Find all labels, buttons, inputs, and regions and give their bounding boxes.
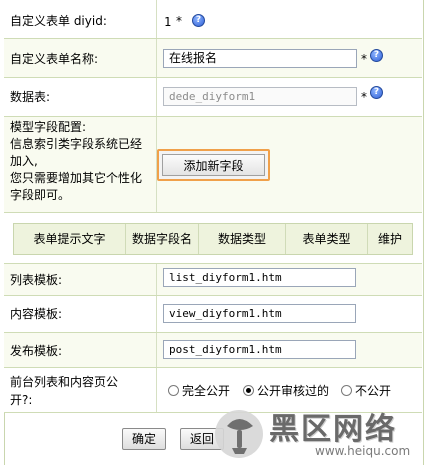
radio-public-approved[interactable] [243, 385, 254, 396]
radio-not-public[interactable] [341, 385, 352, 396]
field-table-header: 表单提示文字 数据字段名 数据类型 表单类型 维护 [13, 223, 413, 255]
form-name-input[interactable]: 在线报名 [163, 49, 357, 68]
content-template-input[interactable]: view_diyform1.htm [163, 304, 356, 323]
column-divider [156, 368, 157, 412]
header-prompt-text: 表单提示文字 [14, 224, 126, 254]
diyid-value: 1 [164, 15, 172, 29]
data-table-label: 数据表: [10, 90, 51, 104]
column-divider [156, 264, 157, 295]
label-line: 您只需要增加其它个性化 [10, 171, 143, 185]
watermark-url: www.heiqu.com [315, 444, 411, 458]
row-diyid: 自定义表单 diyid: 1 * ? [4, 0, 422, 39]
column-divider [156, 0, 157, 38]
label-line: 开?: [10, 393, 33, 407]
column-divider [156, 333, 157, 367]
row-publish-template: 发布模板: post_diyform1.htm [4, 333, 422, 368]
label-line: 字段即可。 [10, 188, 71, 202]
row-form-name: 自定义表单名称: 在线报名 * ? [4, 39, 422, 78]
ok-button[interactable]: 确定 [122, 428, 166, 450]
label-line: 信息索引类字段系统已经 [10, 137, 143, 151]
header-data-type: 数据类型 [199, 224, 286, 254]
row-content-template: 内容模板: view_diyform1.htm [4, 296, 422, 333]
question-help-icon[interactable]: ? [370, 86, 383, 99]
question-help-icon[interactable]: ? [192, 14, 205, 27]
required-mark: * [361, 52, 367, 66]
radio-full-public[interactable] [168, 385, 179, 396]
add-field-button[interactable]: 添加新字段 [157, 149, 270, 181]
header-field-name: 数据字段名 [126, 224, 199, 254]
data-table-input[interactable]: dede_diyform1 [163, 87, 357, 106]
label-line: 加入, [10, 154, 38, 168]
add-field-button-label: 添加新字段 [162, 154, 265, 176]
column-divider [156, 78, 157, 116]
radio-not-public-label: 不公开 [355, 384, 392, 398]
radio-public-approved-label: 公开审核过的 [257, 384, 330, 398]
row-list-template: 列表模板: list_diyform1.htm [4, 264, 422, 296]
diyid-label: 自定义表单 diyid: [10, 14, 107, 28]
public-options-label: 前台列表和内容页公 开?: [10, 373, 156, 409]
publish-template-input[interactable]: post_diyform1.htm [163, 340, 356, 359]
question-help-icon[interactable]: ? [370, 49, 383, 62]
column-divider [156, 39, 157, 77]
header-form-type: 表单类型 [286, 224, 368, 254]
label-line: 前台列表和内容页公 [10, 375, 119, 389]
header-maintain: 维护 [377, 232, 402, 246]
model-fields-label: 模型字段配置: 信息索引类字段系统已经 加入, 您只需要增加其它个性化 字段即可… [10, 119, 156, 204]
column-divider [156, 296, 157, 332]
required-mark: * [361, 90, 367, 104]
required-mark: * [176, 14, 182, 28]
publish-template-label: 发布模板: [10, 344, 63, 358]
row-data-table: 数据表: dede_diyform1 * ? [4, 78, 422, 117]
form-name-label: 自定义表单名称: [10, 52, 99, 66]
label-line: 模型字段配置: [10, 120, 87, 134]
watermark-title: 黑区网络 [269, 412, 397, 447]
content-template-label: 内容模板: [10, 307, 63, 321]
list-template-label: 列表模板: [10, 273, 63, 287]
list-template-input[interactable]: list_diyform1.htm [163, 268, 356, 287]
watermark: 黑区网络 www.heiqu.com [205, 400, 427, 464]
radio-full-public-label: 完全公开 [182, 384, 231, 398]
